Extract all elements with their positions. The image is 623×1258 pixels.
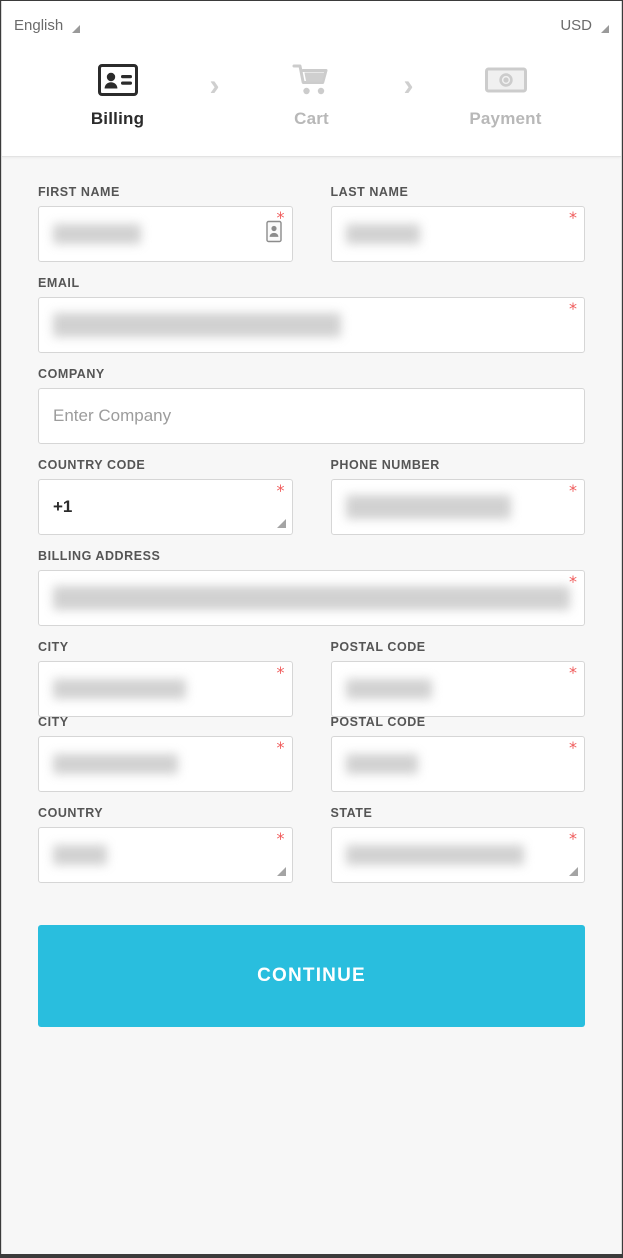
postal-code-field: POSTAL CODE *	[330, 640, 585, 717]
first-name-field: FIRST NAME *	[38, 185, 293, 262]
required-marker: *	[276, 663, 285, 682]
billing-form: FIRST NAME * LAST NAME * EMAIL * COMPANY…	[2, 157, 621, 897]
redacted-value	[53, 845, 107, 865]
step-separator-icon: ›	[403, 69, 414, 102]
currency-selector[interactable]: USD	[560, 17, 609, 34]
chevron-down-icon	[601, 24, 609, 33]
state-label: STATE	[330, 806, 373, 820]
state-field: STATE *	[330, 806, 585, 883]
city-field: CITY *	[38, 640, 293, 717]
redacted-value	[53, 224, 141, 244]
phone-number-field: PHONE NUMBER *	[330, 458, 585, 535]
id-card-icon	[97, 57, 138, 103]
cart-icon	[292, 57, 332, 103]
step-separator-icon: ›	[209, 69, 220, 102]
company-field: COMPANY Enter Company	[38, 367, 585, 444]
chevron-down-icon	[276, 867, 286, 876]
step-cart[interactable]: Cart	[237, 57, 387, 129]
postal-code-input[interactable]: *	[330, 661, 585, 717]
required-marker: *	[569, 299, 577, 318]
chevron-down-icon	[569, 867, 578, 876]
name-row: FIRST NAME * LAST NAME *	[38, 185, 585, 276]
redacted-value	[345, 495, 511, 519]
phone-row: COUNTRY CODE +1 * PHONE NUMBER *	[38, 458, 585, 549]
first-name-input[interactable]: *	[38, 206, 293, 262]
required-marker: *	[569, 738, 577, 757]
billing-address-field: BILLING ADDRESS *	[38, 549, 585, 626]
billing-address-input[interactable]: *	[38, 570, 585, 626]
first-name-label: FIRST NAME	[38, 185, 120, 199]
country-field: COUNTRY *	[38, 806, 293, 883]
last-name-label: LAST NAME	[330, 185, 409, 199]
checkout-page: English USD Billing › Cart › Payment FIR…	[1, 1, 622, 1254]
city-label-duplicate: CITY	[38, 715, 69, 727]
banknote-icon	[484, 57, 527, 103]
redacted-value	[345, 754, 418, 774]
step-payment[interactable]: Payment	[431, 57, 581, 129]
city-label: CITY	[38, 640, 69, 654]
chevron-down-icon	[276, 519, 286, 528]
redacted-value	[53, 313, 341, 337]
required-marker: *	[276, 481, 285, 500]
step-payment-label: Payment	[469, 109, 542, 128]
redacted-value	[53, 754, 178, 774]
last-name-field: LAST NAME *	[330, 185, 585, 262]
continue-button[interactable]: CONTINUE	[38, 925, 585, 1027]
step-billing-label: Billing	[90, 109, 145, 128]
required-marker: *	[276, 738, 285, 757]
required-marker: *	[569, 572, 577, 591]
redacted-value	[345, 679, 432, 699]
postal-code-label: POSTAL CODE	[330, 640, 426, 654]
company-placeholder: Enter Company	[53, 406, 172, 425]
email-label: EMAIL	[38, 276, 80, 290]
continue-section: CONTINUE	[2, 897, 621, 1027]
country-select[interactable]: *	[38, 827, 293, 883]
country-code-label: COUNTRY CODE	[38, 458, 146, 472]
country-state-row: COUNTRY * STATE *	[38, 806, 585, 897]
company-input[interactable]: Enter Company	[38, 388, 585, 444]
postal-code-input-duplicate[interactable]: *	[330, 736, 585, 792]
postal-code-field-duplicate: POSTAL CODE *	[330, 715, 585, 792]
country-code-field: COUNTRY CODE +1 *	[38, 458, 293, 535]
city-input[interactable]: *	[38, 661, 293, 717]
country-label: COUNTRY	[38, 806, 104, 820]
required-marker: *	[276, 829, 285, 848]
city-field-duplicate: CITY *	[38, 715, 293, 792]
company-label: COMPANY	[38, 367, 105, 381]
step-billing[interactable]: Billing	[43, 57, 193, 129]
currency-label: USD	[560, 17, 592, 34]
email-input[interactable]: *	[38, 297, 585, 353]
state-select[interactable]: *	[330, 827, 585, 883]
phone-number-label: PHONE NUMBER	[330, 458, 440, 472]
required-marker: *	[569, 481, 577, 500]
chevron-down-icon	[72, 24, 81, 33]
country-code-value: +1	[53, 497, 73, 516]
step-cart-label: Cart	[294, 109, 329, 128]
billing-address-label: BILLING ADDRESS	[38, 549, 161, 563]
utility-bar: English USD	[2, 1, 621, 51]
required-marker: *	[569, 829, 577, 848]
redacted-value	[345, 845, 524, 865]
checkout-stepper: Billing › Cart › Payment	[2, 51, 621, 157]
required-marker: *	[569, 663, 577, 682]
country-code-select[interactable]: +1 *	[38, 479, 293, 535]
contact-card-icon[interactable]	[265, 220, 282, 248]
city-input-duplicate[interactable]: *	[38, 736, 293, 792]
redacted-value	[53, 679, 186, 699]
email-field: EMAIL *	[38, 276, 585, 353]
phone-number-input[interactable]: *	[330, 479, 585, 535]
language-label: English	[14, 17, 64, 34]
city-postal-row-duplicate: CITY * POSTAL CODE *	[38, 715, 585, 806]
redacted-value	[53, 586, 570, 610]
redacted-value	[345, 224, 420, 244]
last-name-input[interactable]: *	[330, 206, 585, 262]
postal-code-label-duplicate: POSTAL CODE	[330, 715, 426, 727]
language-selector[interactable]: English	[14, 17, 81, 34]
required-marker: *	[569, 208, 577, 227]
